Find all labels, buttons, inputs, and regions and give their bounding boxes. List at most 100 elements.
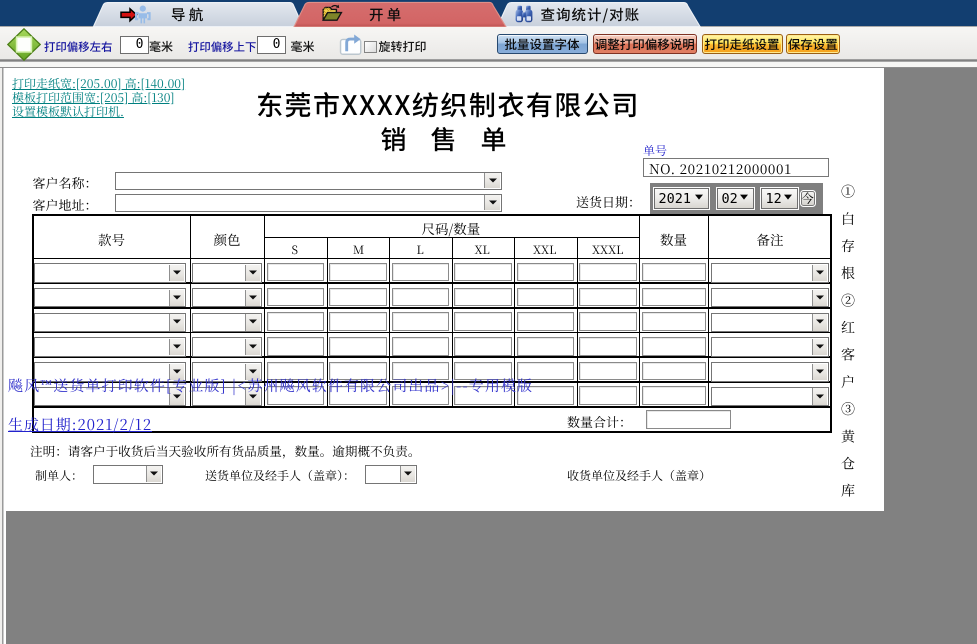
delivery-note-preview: 打印走纸宽:[205.00] 高:[140.00] 模板打印范围宽:[205] … [6,68,884,512]
col-size-xxxl: XXXL [592,241,624,258]
row-size-xxl-input[interactable] [516,337,574,356]
row-style-combo[interactable] [34,263,186,283]
dropdown-arrow-icon[interactable] [812,289,828,306]
row-qty-input[interactable] [642,287,706,307]
row-color-combo[interactable] [192,337,262,357]
maker-combo[interactable] [93,464,163,484]
row-size-xl-input[interactable] [454,337,512,356]
row-style-combo[interactable] [34,337,186,357]
row-color-combo[interactable] [192,312,262,333]
tab-query-label[interactable]: 查询统计/对账 [541,7,641,23]
dropdown-arrow-icon[interactable] [812,314,828,331]
dropdown-arrow-icon[interactable] [483,195,501,210]
row-size-xxxl-input[interactable] [579,361,637,381]
row-size-xxxl-input[interactable] [579,262,637,282]
date-year-combo[interactable]: 2021 [652,186,710,211]
dropdown-arrow-icon[interactable] [169,314,185,331]
row-size-s-input[interactable] [266,262,324,282]
row-note-combo[interactable] [710,287,829,308]
row-color-combo[interactable] [192,287,262,308]
row-size-xxxl-input[interactable] [579,287,637,307]
dropdown-arrow-icon[interactable] [169,289,185,306]
dropdown-arrow-icon[interactable] [245,264,261,282]
row-size-l-input[interactable] [391,262,449,282]
row-note-combo[interactable] [710,312,829,333]
dropdown-arrow-icon[interactable] [812,363,828,381]
offset-ud-unit: 毫米 [290,38,315,55]
customer-name-label: 客户名称： [32,172,98,192]
form-title: 销售单 [380,120,531,158]
tab-bar: 导 航 开 单 查询统计/对账 [0,0,977,28]
row-note-combo[interactable] [710,362,829,382]
tab-nav-label[interactable]: 导 航 [171,7,203,23]
dropdown-arrow-icon[interactable] [245,339,261,356]
offset-lr-input[interactable] [119,35,149,54]
dropdown-arrow-icon[interactable] [812,339,828,356]
batch-font-button[interactable]: 批量设置字体 [496,33,588,55]
row-size-s-input[interactable] [266,287,324,307]
row-size-xxxl-input[interactable] [579,312,637,331]
row-qty-input[interactable] [642,262,706,282]
row-size-xl-input[interactable] [454,312,512,331]
row-size-l-input[interactable] [391,337,449,356]
row-style-combo[interactable] [34,312,186,333]
row-size-m-input[interactable] [329,312,387,331]
row-size-xxl-input[interactable] [516,262,574,282]
receiver-label: 收货单位及经手人（盖章） [567,466,712,484]
row-size-xxl-input[interactable] [516,287,574,307]
adjust-offset-help-button[interactable]: 调整打印偏移说明 [592,33,697,55]
row-size-xl-input[interactable] [454,287,512,307]
row-qty-input[interactable] [642,337,706,356]
row-qty-input[interactable] [642,386,706,405]
row-size-xxl-input[interactable] [516,312,574,331]
row-size-s-input[interactable] [266,337,324,356]
tab-billing-label[interactable]: 开 单 [369,7,401,23]
navigate-person-icon [120,5,151,24]
dropdown-arrow-icon[interactable] [812,388,828,405]
dropdown-arrow-icon[interactable] [812,264,828,282]
row-size-xl-input[interactable] [454,262,512,282]
dropdown-arrow-icon[interactable] [400,466,416,482]
row-style-combo[interactable] [34,287,186,308]
dropdown-arrow-icon[interactable] [245,289,261,306]
row-size-m-input[interactable] [329,262,387,282]
dropdown-arrow-icon[interactable] [245,314,261,331]
row-size-xxxl-input[interactable] [579,386,637,405]
offset-ud-input[interactable] [256,35,286,54]
customer-name-combo[interactable] [115,171,502,190]
order-no-box[interactable]: NO. 20210212000001 [643,158,829,178]
row-note-combo[interactable] [710,337,829,357]
app-window: { "tabs": [ { "label": "导 航" }, { "label… [0,0,977,644]
row-size-m-input[interactable] [329,337,387,356]
rotate-print-checkbox[interactable] [364,40,377,53]
customer-addr-label: 客户地址： [32,194,98,214]
date-year-value: 2021 [658,190,692,207]
dropdown-arrow-icon[interactable] [169,339,185,356]
row-note-combo[interactable] [710,386,829,407]
customer-addr-combo[interactable] [115,193,502,212]
dropdown-arrow-icon[interactable] [146,466,162,482]
date-day-combo[interactable]: 12 [759,186,799,211]
row-size-m-input[interactable] [329,287,387,307]
total-input[interactable] [645,410,731,429]
row-size-s-input[interactable] [266,312,324,331]
sender-combo[interactable] [365,464,417,484]
dropdown-arrow-icon[interactable] [483,173,501,188]
row-qty-input[interactable] [642,312,706,331]
generated-date-link[interactable]: 生成日期:2021/2/12 [8,414,152,435]
date-month-combo[interactable]: 02 [715,186,755,211]
row-color-combo[interactable] [192,263,262,283]
watermark-text: 飚风™送货单打印软件[专业版] |<苏州飚风软件有限公司出品>|--专用模版 [8,374,534,396]
row-qty-input[interactable] [642,361,706,381]
date-today-button[interactable]: 今 [799,190,816,207]
dropdown-arrow-icon[interactable] [169,264,185,282]
row-size-xxxl-input[interactable] [579,337,637,356]
paper-feed-button[interactable]: 打印走纸设置 [701,33,783,55]
col-size-xl: XL [474,241,490,258]
row-size-l-input[interactable] [391,312,449,331]
row-size-l-input[interactable] [391,287,449,307]
row-note-combo[interactable] [710,263,829,283]
note-text: 注明：请客户于收货后当天验收所有货品质量，数量。逾期概不负责。 [30,440,421,460]
save-settings-button[interactable]: 保存设置 [786,33,840,55]
offset-diamond-icon [6,28,41,61]
